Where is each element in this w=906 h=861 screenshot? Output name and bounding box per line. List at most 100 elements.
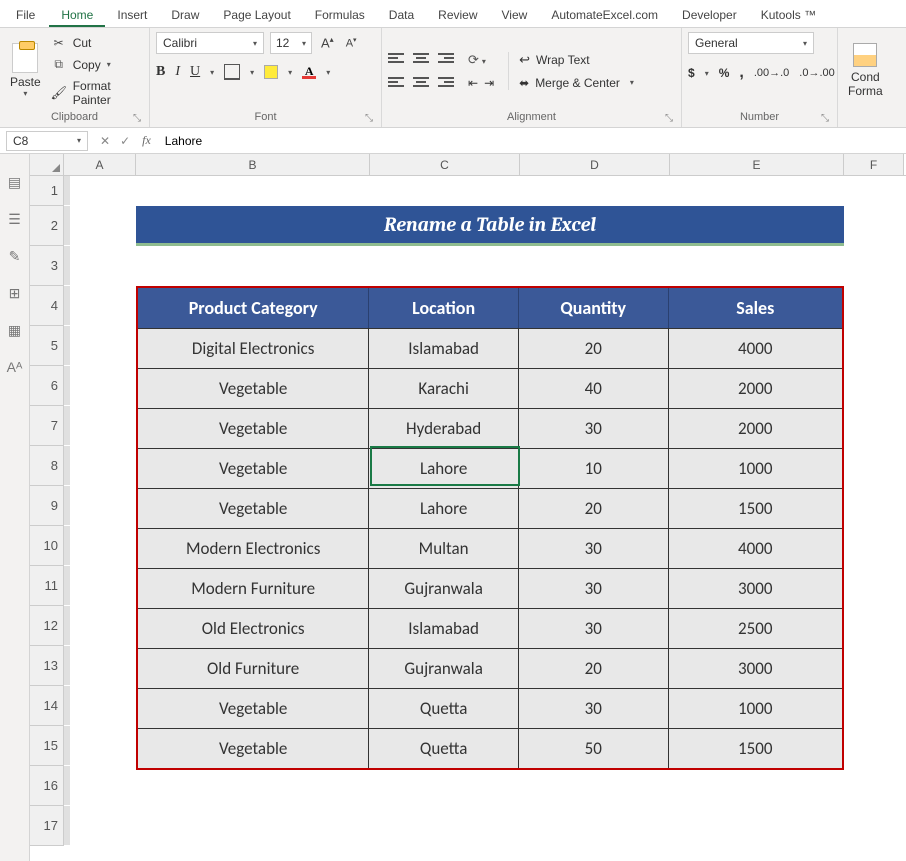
row-header-10[interactable]: 10	[30, 526, 64, 566]
paste-button[interactable]: Paste ▾	[6, 43, 45, 98]
table-cell[interactable]: Modern Furniture	[138, 569, 369, 608]
fill-color-button[interactable]	[264, 65, 278, 79]
table-cell[interactable]: Gujranwala	[369, 649, 519, 688]
enter-formula-icon[interactable]: ✓	[120, 134, 130, 148]
cell[interactable]	[69, 446, 70, 485]
cell[interactable]	[69, 286, 70, 325]
table-cell[interactable]: 1500	[669, 729, 843, 768]
table-header[interactable]: Location	[369, 288, 519, 328]
cell[interactable]	[69, 206, 70, 245]
format-painter-button[interactable]: Format Painter	[51, 79, 143, 107]
table-cell[interactable]: 30	[519, 689, 669, 728]
table-cell[interactable]: 1000	[669, 449, 843, 488]
table-cell[interactable]: 40	[519, 369, 669, 408]
table-cell[interactable]: 20	[519, 489, 669, 528]
comma-format-button[interactable]	[739, 64, 743, 82]
col-header-D[interactable]: D	[520, 154, 670, 175]
table-cell[interactable]: Vegetable	[138, 369, 369, 408]
align-right-button[interactable]	[438, 77, 454, 89]
table-cell[interactable]: Islamabad	[369, 609, 519, 648]
tab-automateexcel[interactable]: AutomateExcel.com	[539, 2, 670, 27]
cell[interactable]	[69, 526, 70, 565]
table-cell[interactable]: 3000	[669, 649, 843, 688]
align-center-button[interactable]	[413, 77, 429, 89]
table-cell[interactable]: Vegetable	[138, 409, 369, 448]
italic-button[interactable]: I	[175, 64, 180, 80]
tab-home[interactable]: Home	[49, 2, 105, 27]
table-cell[interactable]: Gujranwala	[369, 569, 519, 608]
cell[interactable]	[69, 726, 70, 765]
row-header-3[interactable]: 3	[30, 246, 64, 286]
table-cell[interactable]: 30	[519, 569, 669, 608]
increase-decimal-button[interactable]: .00→.0	[754, 67, 789, 79]
tab-file[interactable]: File	[2, 2, 49, 27]
cell[interactable]	[69, 566, 70, 605]
row-header-15[interactable]: 15	[30, 726, 64, 766]
select-all-corner[interactable]	[30, 154, 64, 175]
table-cell[interactable]: 30	[519, 609, 669, 648]
sidebar-icon[interactable]: ✎	[9, 248, 21, 265]
table-cell[interactable]: Old Furniture	[138, 649, 369, 688]
table-cell[interactable]: Vegetable	[138, 449, 369, 488]
row-header-13[interactable]: 13	[30, 646, 64, 686]
tab-kutools[interactable]: Kutools ™	[749, 2, 828, 27]
sidebar-icon[interactable]: ⊞	[9, 285, 21, 302]
cell[interactable]	[69, 606, 70, 645]
formula-input[interactable]	[161, 131, 906, 151]
font-name-select[interactable]: Calibri▾	[156, 32, 264, 54]
tab-developer[interactable]: Developer	[670, 2, 749, 27]
table-cell[interactable]: Karachi	[369, 369, 519, 408]
table-cell[interactable]: Vegetable	[138, 489, 369, 528]
table-header[interactable]: Sales	[669, 288, 843, 328]
sidebar-icon[interactable]: ▤	[8, 174, 21, 191]
sidebar-icon[interactable]: ☰	[8, 211, 21, 228]
bold-button[interactable]: B	[156, 64, 165, 80]
table-cell[interactable]: Old Electronics	[138, 609, 369, 648]
table-cell[interactable]: Modern Electronics	[138, 529, 369, 568]
table-cell[interactable]: 4000	[669, 529, 843, 568]
row-header-17[interactable]: 17	[30, 806, 64, 846]
copy-button[interactable]: Copy▾	[51, 57, 143, 73]
increase-indent-button[interactable]: ⇥	[484, 76, 494, 90]
dialog-launcher-icon[interactable]: ⤡	[663, 113, 675, 125]
tab-review[interactable]: Review	[426, 2, 489, 27]
table-cell[interactable]: 2500	[669, 609, 843, 648]
table-cell[interactable]: Vegetable	[138, 689, 369, 728]
col-header-F[interactable]: F	[844, 154, 904, 175]
cell[interactable]	[69, 806, 70, 845]
row-header-7[interactable]: 7	[30, 406, 64, 446]
row-header-11[interactable]: 11	[30, 566, 64, 606]
conditional-formatting-button[interactable]: Cond Forma	[844, 43, 887, 98]
tab-view[interactable]: View	[490, 2, 540, 27]
borders-button[interactable]	[224, 64, 240, 80]
table-cell[interactable]: 20	[519, 329, 669, 368]
row-header-6[interactable]: 6	[30, 366, 64, 406]
tab-data[interactable]: Data	[377, 2, 426, 27]
table-cell[interactable]: Vegetable	[138, 729, 369, 768]
table-cell[interactable]: 3000	[669, 569, 843, 608]
table-cell[interactable]: 4000	[669, 329, 843, 368]
decrease-font-icon[interactable]: A▾	[343, 36, 360, 50]
table-header[interactable]: Product Category	[138, 288, 369, 328]
accounting-format-button[interactable]	[688, 66, 695, 80]
cell[interactable]	[69, 766, 70, 805]
percent-format-button[interactable]	[719, 66, 730, 80]
sidebar-icon[interactable]: ▦	[8, 322, 21, 339]
worksheet[interactable]: A B C D E F 1234567891011121314151617 Re…	[30, 154, 906, 861]
row-header-14[interactable]: 14	[30, 686, 64, 726]
sidebar-icon[interactable]: Aᴬ	[7, 359, 23, 375]
cell[interactable]	[69, 406, 70, 445]
table-cell[interactable]: Hyderabad	[369, 409, 519, 448]
table-cell[interactable]: Multan	[369, 529, 519, 568]
fx-icon[interactable]: fx	[142, 133, 151, 148]
table-cell[interactable]: Quetta	[369, 729, 519, 768]
increase-font-icon[interactable]: A▴	[318, 35, 337, 50]
table-cell[interactable]: 30	[519, 529, 669, 568]
table-cell[interactable]: Islamabad	[369, 329, 519, 368]
tab-formulas[interactable]: Formulas	[303, 2, 377, 27]
cell[interactable]	[69, 326, 70, 365]
col-header-E[interactable]: E	[670, 154, 844, 175]
cell[interactable]	[69, 486, 70, 525]
underline-button[interactable]: U	[190, 64, 200, 80]
table-cell[interactable]: Lahore	[369, 489, 519, 528]
